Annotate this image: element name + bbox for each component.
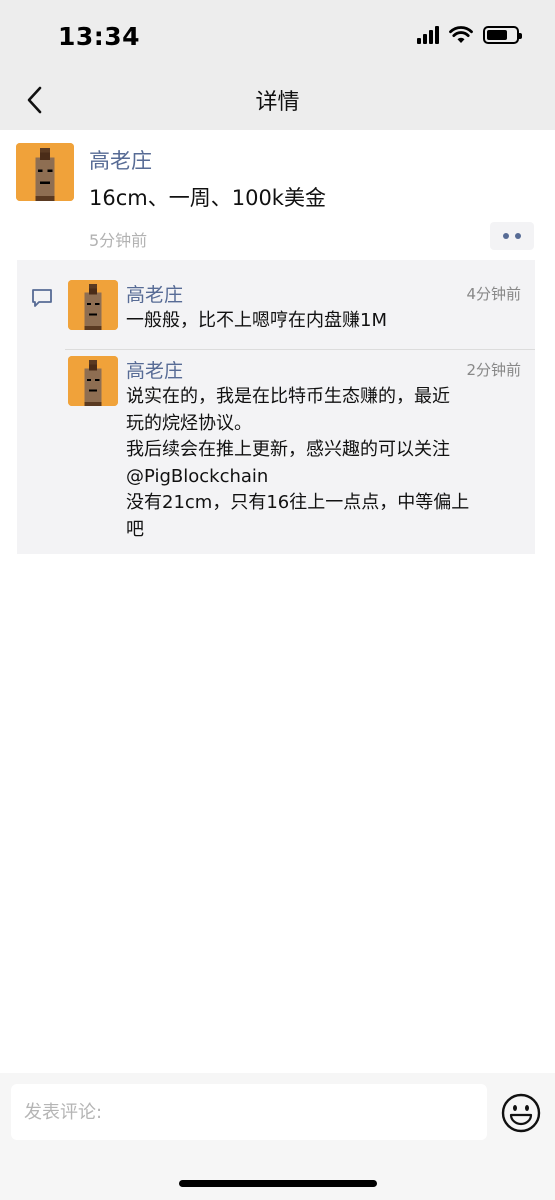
status-time: 13:34 [58, 22, 141, 51]
smiley-icon [501, 1093, 541, 1133]
comment-line: 吧 [126, 518, 144, 540]
punk-avatar-icon [68, 356, 118, 406]
status-icons [417, 26, 522, 44]
more-actions-button[interactable] [490, 222, 534, 250]
comment-line: 玩的烷烃协议。 [126, 412, 252, 434]
wifi-icon [449, 26, 473, 43]
comment-timestamp: 2分钟前 [466, 361, 521, 379]
battery-icon [483, 26, 522, 44]
post-author-name[interactable]: 高老庄 [89, 145, 152, 175]
comment-line: 我后续会在推上更新，感兴趣的可以关注 [126, 439, 450, 460]
comments-section: 高老庄 4分钟前 一般般，比不上嗯哼在内盘赚1M 高老庄 2分钟前 说实在的，我… [17, 260, 535, 554]
comment-line: 没有21cm，只有16往上一点点，中等偏上 [126, 492, 470, 513]
comment-text: 一般般，比不上嗯哼在内盘赚1M [126, 308, 526, 335]
divider [65, 349, 535, 350]
status-bar: 13:34 [0, 0, 555, 70]
comment-author-name[interactable]: 高老庄 [126, 280, 183, 307]
dot-icon [503, 233, 509, 239]
comment-line: 一般般，比不上嗯哼在内盘赚1M [126, 310, 387, 331]
avatar[interactable] [68, 356, 118, 406]
cellular-signal-icon [417, 26, 439, 44]
comment-icon [32, 289, 52, 307]
comment-input[interactable] [11, 1084, 487, 1140]
comment-line: @PigBlockchain [126, 465, 269, 487]
comment-timestamp: 4分钟前 [466, 285, 521, 303]
comment-line: 说实在的，我是在比特币生态赚的，最近 [126, 386, 450, 407]
dot-icon [515, 233, 521, 239]
home-indicator [179, 1180, 377, 1187]
emoji-button[interactable] [500, 1092, 542, 1134]
avatar[interactable] [68, 280, 118, 330]
nav-bar: 详情 [0, 70, 555, 130]
comment-text: 说实在的，我是在比特币生态赚的，最近 玩的烷烃协议。 我后续会在推上更新，感兴趣… [126, 384, 526, 543]
punk-avatar-icon [16, 143, 74, 201]
avatar[interactable] [16, 143, 74, 201]
page-title: 详情 [255, 90, 300, 115]
post-timestamp: 5分钟前 [89, 231, 148, 250]
comment-author-name[interactable]: 高老庄 [126, 356, 183, 383]
post-content: 16cm、一周、100k美金 [89, 186, 326, 210]
punk-avatar-icon [68, 280, 118, 330]
